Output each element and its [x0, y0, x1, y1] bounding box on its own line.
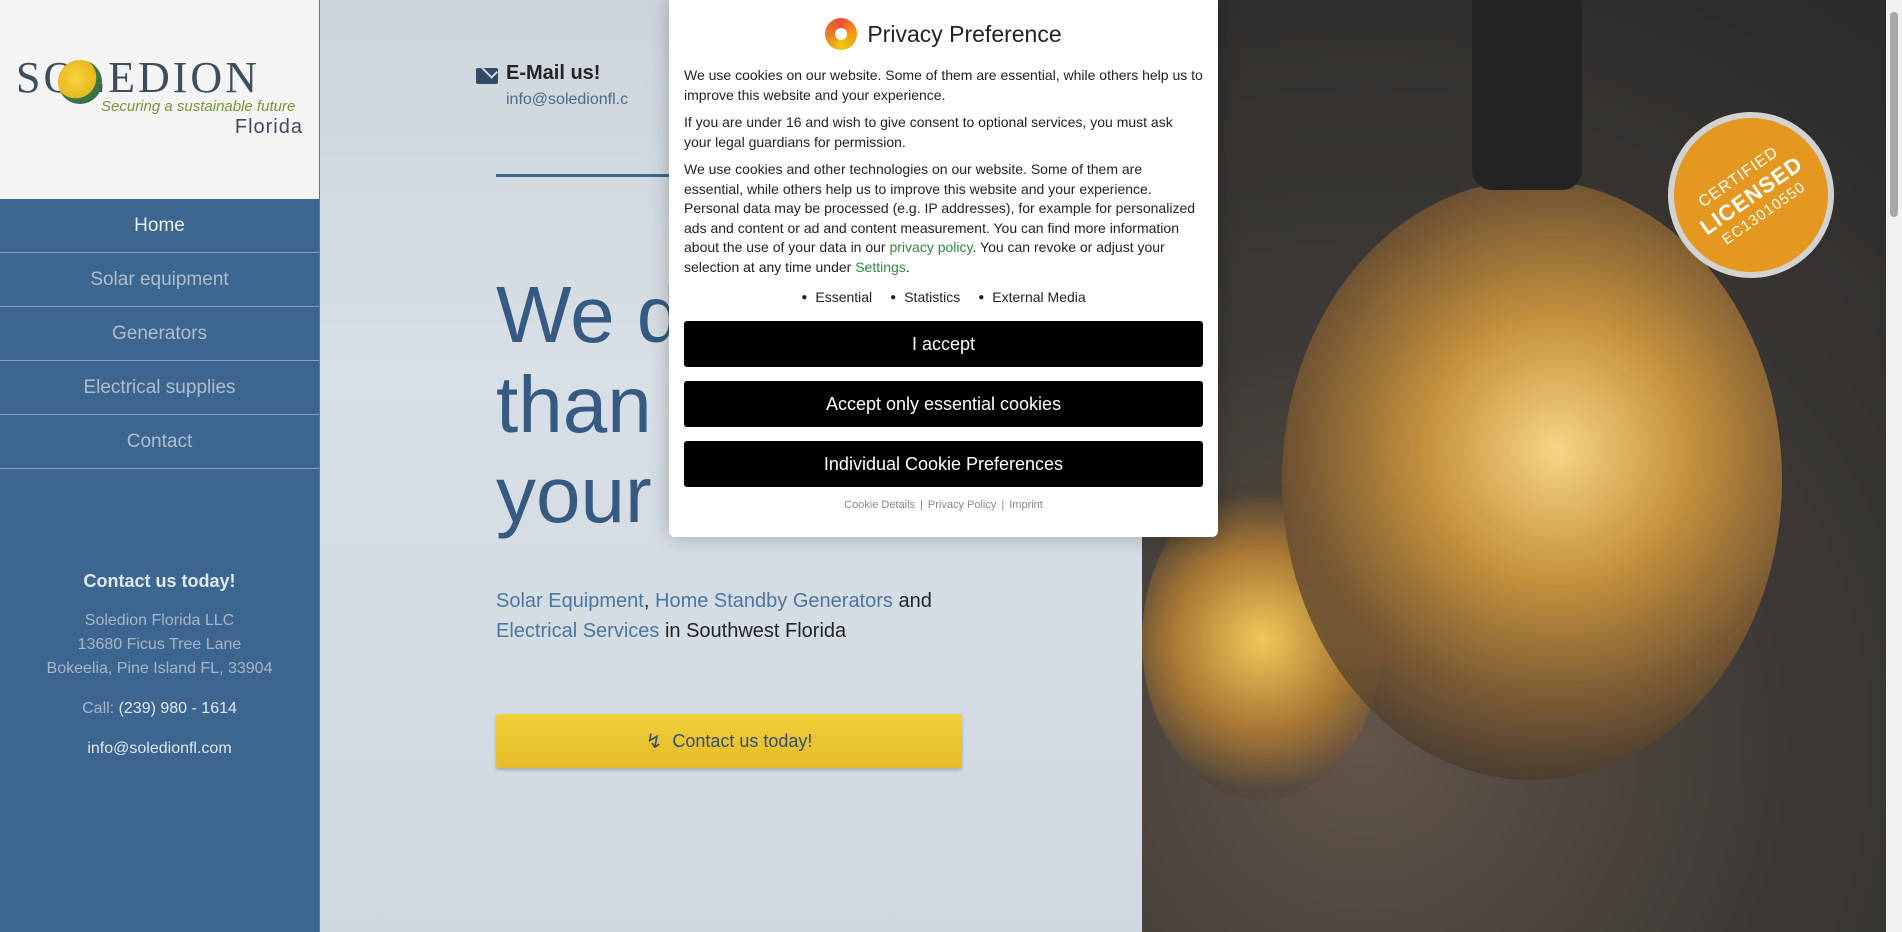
consent-groups: Essential Statistics External Media	[684, 289, 1203, 305]
footer-separator: |	[1001, 499, 1005, 511]
dialog-paragraph: We use cookies on our website. Some of t…	[684, 67, 1203, 103]
scrollbar-thumb[interactable]	[1890, 12, 1898, 217]
privacy-policy-link[interactable]: privacy policy	[889, 239, 972, 255]
consent-group-external-media: External Media	[978, 289, 1085, 305]
privacy-dialog: Privacy Preference We use cookies on our…	[669, 0, 1218, 537]
dialog-footer: Cookie Details | Privacy Policy | Imprint	[684, 499, 1203, 511]
accept-essential-button[interactable]: Accept only essential cookies	[684, 381, 1203, 427]
privacy-logo-icon	[825, 18, 858, 50]
imprint-link[interactable]: Imprint	[1009, 499, 1043, 511]
dialog-text: .	[905, 258, 910, 275]
privacy-policy-footer-link[interactable]: Privacy Policy	[928, 499, 996, 511]
individual-preferences-button[interactable]: Individual Cookie Preferences	[684, 441, 1203, 487]
accept-all-button[interactable]: I accept	[684, 321, 1203, 367]
dialog-title: Privacy Preference	[867, 20, 1062, 47]
page-scrollbar[interactable]	[1886, 0, 1902, 932]
footer-separator: |	[920, 499, 923, 511]
consent-group-statistics: Statistics	[890, 289, 960, 305]
dialog-header: Privacy Preference	[684, 16, 1203, 52]
dialog-paragraph: If you are under 16 and wish to give con…	[684, 114, 1173, 150]
settings-link[interactable]: Settings	[855, 259, 906, 275]
dialog-paragraph-details: We use cookies and other technologies on…	[684, 160, 1203, 277]
consent-group-essential: Essential	[801, 289, 872, 305]
cookie-details-link[interactable]: Cookie Details	[844, 499, 915, 511]
